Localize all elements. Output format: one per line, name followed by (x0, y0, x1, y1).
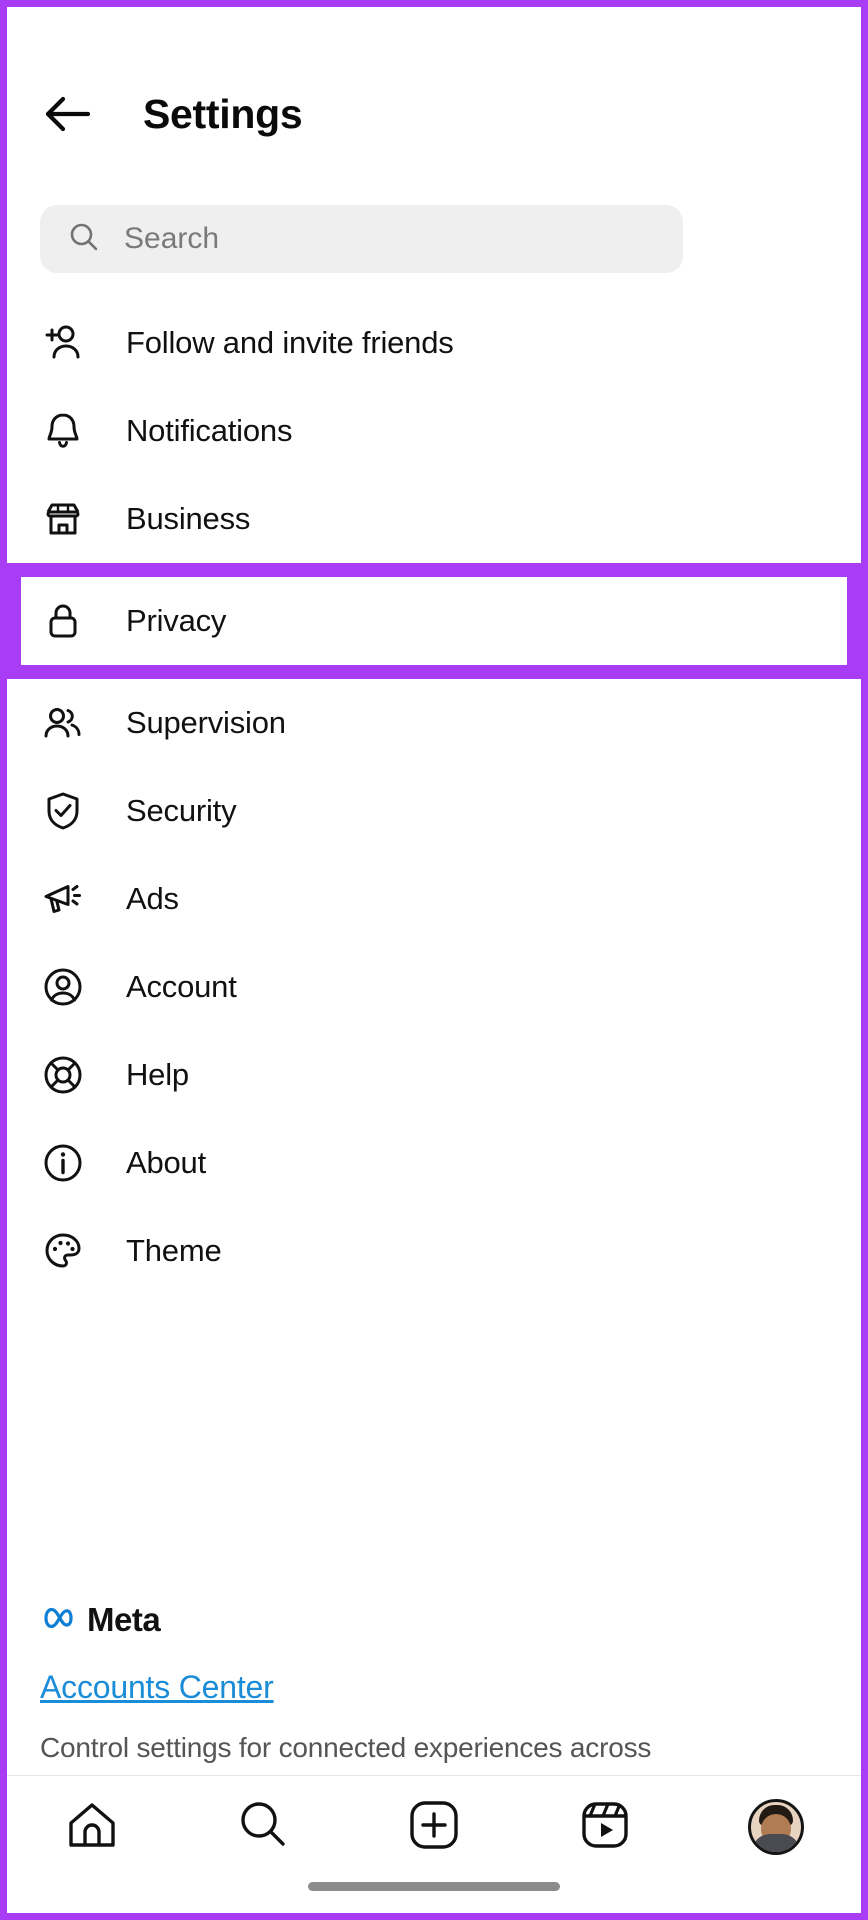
menu-item-label: Business (126, 501, 251, 536)
menu-item-security[interactable]: Security (7, 767, 861, 855)
menu-item-supervision[interactable]: Supervision (7, 679, 861, 767)
menu-item-privacy[interactable]: Privacy (7, 563, 861, 679)
palette-icon (40, 1228, 86, 1274)
avatar[interactable] (747, 1799, 804, 1855)
nav-reels[interactable] (519, 1790, 690, 1864)
people-icon (40, 700, 86, 746)
plus-square-icon (406, 1797, 462, 1858)
meta-section: Meta Accounts Center Control settings fo… (40, 1595, 740, 1764)
menu-item-label: Account (126, 969, 237, 1004)
page-title: Settings (143, 90, 303, 137)
search-icon (235, 1797, 291, 1858)
person-add-icon (40, 320, 86, 366)
account-circle-icon (40, 964, 86, 1010)
search-bar[interactable] (40, 205, 683, 273)
menu-item-help[interactable]: Help (7, 1031, 861, 1119)
menu-item-label: Supervision (126, 705, 286, 740)
nav-home[interactable] (7, 1790, 178, 1864)
lock-icon (40, 598, 86, 644)
menu-item-label: Theme (126, 1233, 222, 1268)
menu-item-label: Privacy (126, 603, 227, 638)
header-bar: Settings (7, 75, 861, 153)
menu-item-label: Ads (126, 881, 179, 916)
storefront-icon (40, 496, 86, 542)
home-indicator (308, 1882, 560, 1891)
menu-item-ads[interactable]: Ads (7, 855, 861, 943)
menu-item-label: Notifications (126, 413, 293, 448)
nav-search[interactable] (178, 1790, 349, 1864)
nav-create[interactable] (349, 1790, 520, 1864)
menu-item-notifications[interactable]: Notifications (7, 387, 861, 475)
meta-infinity-icon (40, 1605, 78, 1636)
menu-item-business[interactable]: Business (7, 475, 861, 563)
search-icon (68, 221, 100, 258)
menu-item-label: Help (126, 1057, 189, 1092)
info-circle-icon (40, 1140, 86, 1186)
search-input[interactable] (124, 222, 624, 256)
menu-item-label: About (126, 1145, 207, 1180)
bottom-navigation-bar (7, 1775, 861, 1913)
meta-brand-label: Meta (87, 1601, 161, 1638)
home-icon (64, 1797, 120, 1858)
menu-item-label: Follow and invite friends (126, 325, 454, 360)
meta-brand: Meta (40, 1595, 740, 1645)
accounts-center-link[interactable]: Accounts Center (40, 1669, 740, 1706)
shield-check-icon (40, 788, 86, 834)
menu-item-account[interactable]: Account (7, 943, 861, 1031)
meta-description: Control settings for connected experienc… (40, 1732, 652, 1763)
settings-screen: Settings Follow and invite friends (0, 0, 868, 1920)
lifebuoy-icon (40, 1052, 86, 1098)
menu-item-follow-and-invite-friends[interactable]: Follow and invite friends (7, 299, 861, 387)
avatar-body (751, 1834, 800, 1852)
reels-icon (577, 1797, 633, 1858)
menu-item-about[interactable]: About (7, 1119, 861, 1207)
menu-item-theme[interactable]: Theme (7, 1207, 861, 1295)
back-arrow-icon[interactable] (41, 88, 93, 140)
bell-icon (40, 408, 86, 454)
megaphone-icon (40, 876, 86, 922)
nav-profile[interactable] (690, 1790, 861, 1864)
settings-menu-list: Follow and invite friends Notifications (7, 299, 861, 1295)
menu-item-label: Security (126, 793, 237, 828)
